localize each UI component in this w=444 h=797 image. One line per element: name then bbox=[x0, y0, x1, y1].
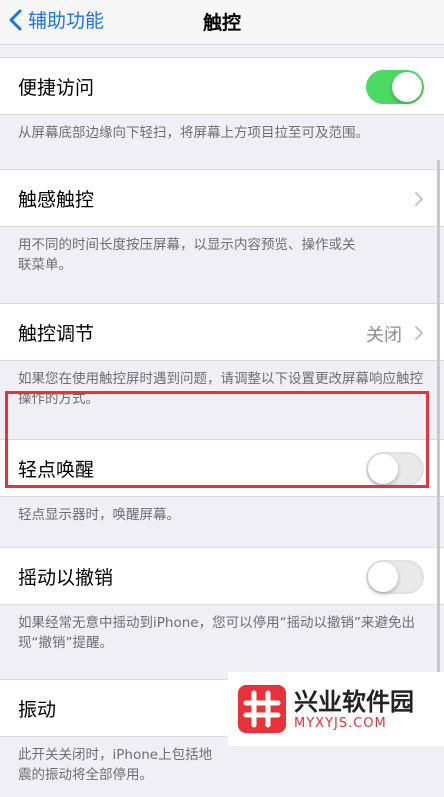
shake-to-undo-toggle[interactable] bbox=[366, 560, 424, 594]
shake-to-undo-row[interactable]: 摇动以撤销 bbox=[0, 547, 444, 605]
row-label: 振动 bbox=[18, 698, 57, 721]
scrollbar[interactable] bbox=[437, 160, 440, 680]
reachability-row[interactable]: 便捷访问 bbox=[0, 57, 444, 115]
page-title: 触控 bbox=[202, 12, 241, 34]
row-label: 触感触控 bbox=[18, 188, 95, 211]
row-footer: 从屏幕底部边缘向下轻扫，将屏幕上方项目拉至可及范围。 bbox=[18, 125, 369, 141]
row-label: 便捷访问 bbox=[18, 76, 95, 99]
highlight-box bbox=[5, 391, 429, 488]
row-footer: 此开关关闭时，iPhone上包括地震的振动将全部停用。 bbox=[18, 747, 213, 783]
row-footer: 用不同的时间长度按压屏幕，以显示内容预览、操作或关联菜单。 bbox=[18, 237, 356, 273]
haptic-touch-row[interactable]: 触感触控 bbox=[0, 169, 444, 227]
watermark-logo-icon bbox=[238, 685, 286, 733]
chevron-right-icon bbox=[415, 192, 423, 206]
row-footer: 轻点显示器时，唤醒屏幕。 bbox=[0, 497, 444, 537]
watermark-text: 兴业软件园 bbox=[294, 687, 414, 716]
navigation-bar: 辅助功能 触控 bbox=[0, 0, 444, 45]
row-footer: 如果经常无意中摇动到iPhone，您可以停用“摇动以撤销”来避免出现“撤销”提醒… bbox=[18, 615, 416, 651]
row-value: 关闭 bbox=[366, 325, 402, 346]
row-label: 触控调节 bbox=[18, 322, 95, 345]
row-label: 摇动以撤销 bbox=[18, 566, 114, 589]
reachability-toggle[interactable] bbox=[366, 70, 424, 104]
watermark-url: MYXYJS.COM bbox=[294, 715, 387, 731]
watermark: 兴业软件园 MYXYJS.COM bbox=[228, 672, 444, 746]
chevron-right-icon bbox=[415, 326, 423, 340]
touch-accommodations-row[interactable]: 触控调节 关闭 bbox=[0, 303, 444, 361]
